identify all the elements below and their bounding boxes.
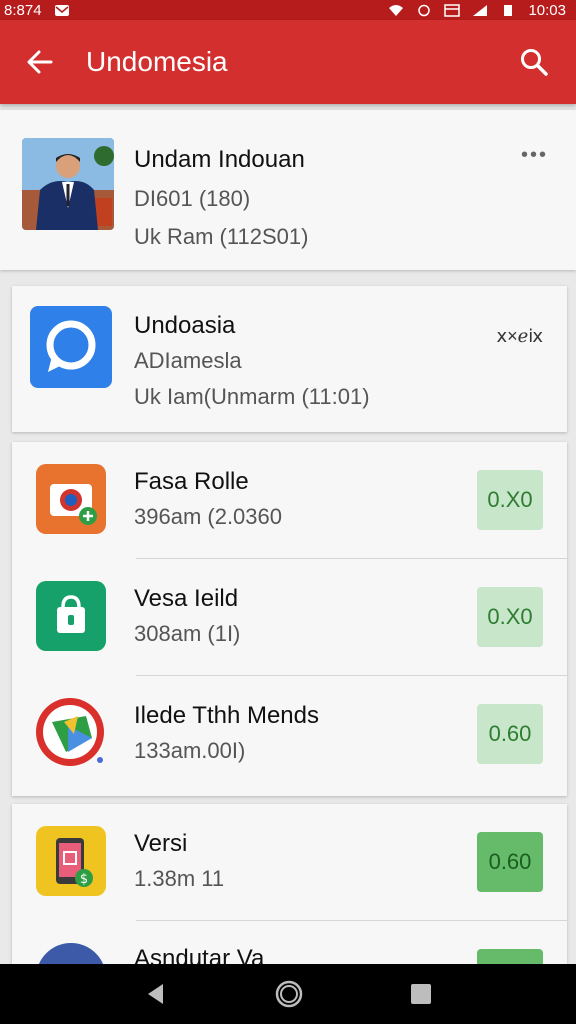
- app-icon: [30, 306, 112, 388]
- app-title: Asndutar Va: [134, 945, 265, 964]
- featured-title: Undam Indouan: [134, 146, 305, 173]
- price-button[interactable]: 0.X0: [477, 587, 543, 647]
- app-subtitle: 308am (1I): [134, 621, 241, 646]
- status-left-text: 8:874: [4, 1, 42, 19]
- app-subtitle: 1.38m 11: [134, 866, 225, 891]
- chat-icon: [46, 320, 96, 372]
- featured-line2: Uk Iam(Unmarm (11:01): [134, 384, 370, 409]
- featured-thumbnail: [22, 138, 114, 230]
- featured-card[interactable]: Undoasia ADIamesla Uk Iam(Unmarm (11:01)…: [12, 286, 567, 432]
- app-icon: [34, 696, 106, 768]
- price-button[interactable]: [477, 949, 543, 964]
- app-title: Ilede Tthh Mends: [134, 702, 320, 729]
- status-bar: 8:874 10:03: [0, 0, 576, 20]
- app-icon: [36, 943, 106, 964]
- featured-card[interactable]: Undam Indouan DI601 (180) Uk Ram (112S01…: [0, 110, 576, 270]
- app-subtitle: 133am.00I): [134, 738, 246, 763]
- phone-wallet-icon: $: [56, 838, 93, 887]
- search-button[interactable]: [492, 20, 576, 104]
- list-item[interactable]: Asndutar Va: [12, 921, 567, 964]
- sync-icon: [418, 4, 431, 16]
- price-button[interactable]: 0.60: [477, 704, 543, 764]
- recents-nav-icon[interactable]: [409, 982, 433, 1006]
- navigation-bar: [0, 964, 576, 1024]
- app-title: Versi: [134, 830, 188, 857]
- app-title: Fasa Rolle: [134, 468, 249, 495]
- app-subtitle: 396am (2.0360: [134, 504, 282, 529]
- calendar-icon: [444, 3, 461, 17]
- featured-line1: ADIamesla: [134, 348, 242, 373]
- chrome-style-icon: [36, 698, 104, 766]
- page-title: Undomesia: [86, 46, 228, 77]
- app-list-card: Fasa Rolle 396am (2.0360 0.X0 Vesa Ieild…: [12, 442, 567, 796]
- app-bar: Undomesia: [0, 20, 576, 104]
- arrow-back-icon: [27, 50, 53, 74]
- list-item[interactable]: $ Versi 1.38m 11 0.60: [12, 804, 567, 920]
- featured-title: Undoasia: [134, 312, 236, 339]
- app-title: Vesa Ieild: [134, 585, 239, 612]
- app-icon: [36, 464, 106, 534]
- list-item[interactable]: Vesa Ieild 308am (1I) 0.X0: [12, 559, 567, 675]
- back-button[interactable]: [0, 20, 80, 104]
- home-nav-icon[interactable]: [274, 979, 304, 1009]
- list-item[interactable]: Fasa Rolle 396am (2.0360 0.X0: [12, 442, 567, 558]
- featured-line1: DI601 (180): [134, 186, 251, 211]
- shopping-bag-icon: [57, 595, 85, 633]
- price-button[interactable]: 0.60: [477, 832, 543, 892]
- search-icon: [521, 49, 548, 76]
- svg-text:$: $: [80, 872, 88, 887]
- app-list-card: $ Versi 1.38m 11 0.60 Asndutar Va: [12, 804, 567, 964]
- wifi-icon: [389, 4, 404, 16]
- price-button[interactable]: 0.X0: [477, 470, 543, 530]
- featured-line2: Uk Ram (112S01): [134, 224, 309, 249]
- more-options-button[interactable]: •••: [521, 144, 548, 167]
- person-photo-icon: [22, 138, 114, 230]
- app-icon: $: [36, 826, 106, 896]
- battery-icon: [504, 4, 513, 16]
- content-list: Undam Indouan DI601 (180) Uk Ram (112S01…: [0, 104, 576, 964]
- mail-icon: [54, 4, 69, 16]
- featured-action[interactable]: ⅹ×ℯⅸ: [496, 326, 543, 347]
- status-time: 10:03: [528, 1, 566, 19]
- camera-icon: [50, 484, 97, 525]
- signal-icon: [473, 4, 488, 16]
- list-item[interactable]: Ilede Tthh Mends 133am.00I) 0.60: [12, 676, 567, 792]
- app-icon: [36, 581, 106, 651]
- back-nav-icon[interactable]: [143, 981, 169, 1007]
